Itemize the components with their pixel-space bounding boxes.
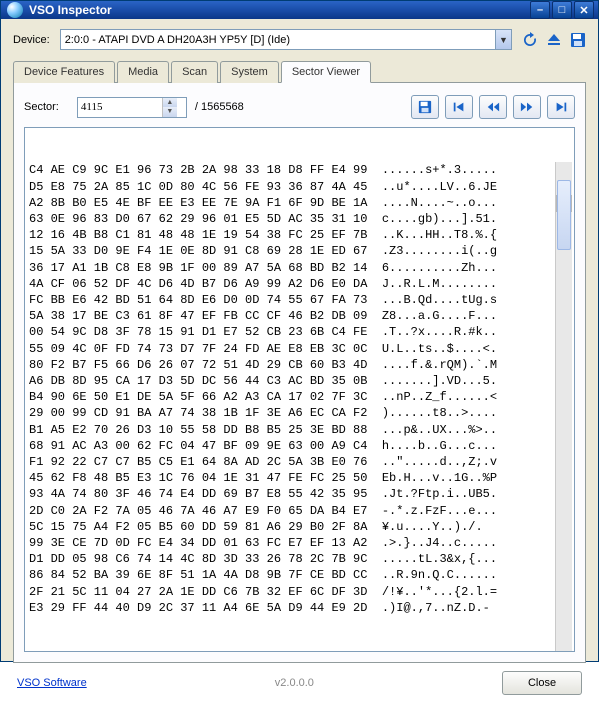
prev-icon [486,100,500,114]
sector-input[interactable] [78,98,162,116]
sector-spinner[interactable]: ▲ ▼ [77,97,187,118]
next-icon [520,100,534,114]
first-icon [452,100,466,114]
sector-viewer-panel: Sector: ▲ ▼ / 1565568 [13,83,586,663]
device-label: Device: [13,34,50,46]
spin-up[interactable]: ▲ [163,98,177,108]
minimize-icon: – [537,4,543,16]
vso-link[interactable]: VSO Software [17,677,87,689]
last-icon [554,100,568,114]
tab-device-features[interactable]: Device Features [13,61,115,83]
save-sector-icon [418,100,432,114]
hex-viewer: C4 AE C9 9C E1 96 73 2B 2A 98 33 18 D8 F… [24,127,575,652]
tab-sector-viewer[interactable]: Sector Viewer [281,61,371,83]
refresh-button[interactable] [522,32,538,48]
app-icon [7,2,23,18]
sector-label: Sector: [24,101,59,113]
maximize-button[interactable]: □ [552,1,572,19]
last-sector-button[interactable] [547,95,575,119]
hex-text: C4 AE C9 9C E1 96 73 2B 2A 98 33 18 D8 F… [29,162,555,651]
save-button[interactable] [570,32,586,48]
hex-scrollbar[interactable]: ▲ ▼ [555,162,572,651]
spin-down[interactable]: ▼ [163,107,177,117]
app-window: VSO Inspector – □ ✕ Device: 2:0:0 - ATAP… [0,0,599,662]
tab-media[interactable]: Media [117,61,169,83]
close-window-button[interactable]: ✕ [574,1,594,19]
next-sector-button[interactable] [513,95,541,119]
nav-buttons [411,95,575,119]
minimize-button[interactable]: – [530,1,550,19]
footer: VSO Software v2.0.0.0 Close [13,663,586,699]
device-value: 2:0:0 - ATAPI DVD A DH20A3H YP5Y [D] (Id… [65,34,495,46]
save-sector-button[interactable] [411,95,439,119]
prev-sector-button[interactable] [479,95,507,119]
sector-row: Sector: ▲ ▼ / 1565568 [24,95,575,119]
combo-drop-icon[interactable]: ▼ [495,30,511,49]
spin-buttons: ▲ ▼ [162,98,177,117]
window-title: VSO Inspector [29,3,112,17]
close-icon: ✕ [579,4,588,17]
tab-scan[interactable]: Scan [171,61,218,83]
maximize-icon: □ [559,4,566,16]
close-button[interactable]: Close [502,671,582,695]
version-label: v2.0.0.0 [87,677,502,689]
titlebar: VSO Inspector – □ ✕ [1,1,598,19]
tabs: Device Features Media Scan System Sector… [13,60,586,83]
first-sector-button[interactable] [445,95,473,119]
sector-total: / 1565568 [195,101,244,113]
device-combo[interactable]: 2:0:0 - ATAPI DVD A DH20A3H YP5Y [D] (Id… [60,29,512,50]
client-area: Device: 2:0:0 - ATAPI DVD A DH20A3H YP5Y… [1,19,598,705]
device-row: Device: 2:0:0 - ATAPI DVD A DH20A3H YP5Y… [13,29,586,50]
tab-system[interactable]: System [220,61,279,83]
scroll-thumb[interactable] [557,180,571,250]
eject-button[interactable] [546,32,562,48]
